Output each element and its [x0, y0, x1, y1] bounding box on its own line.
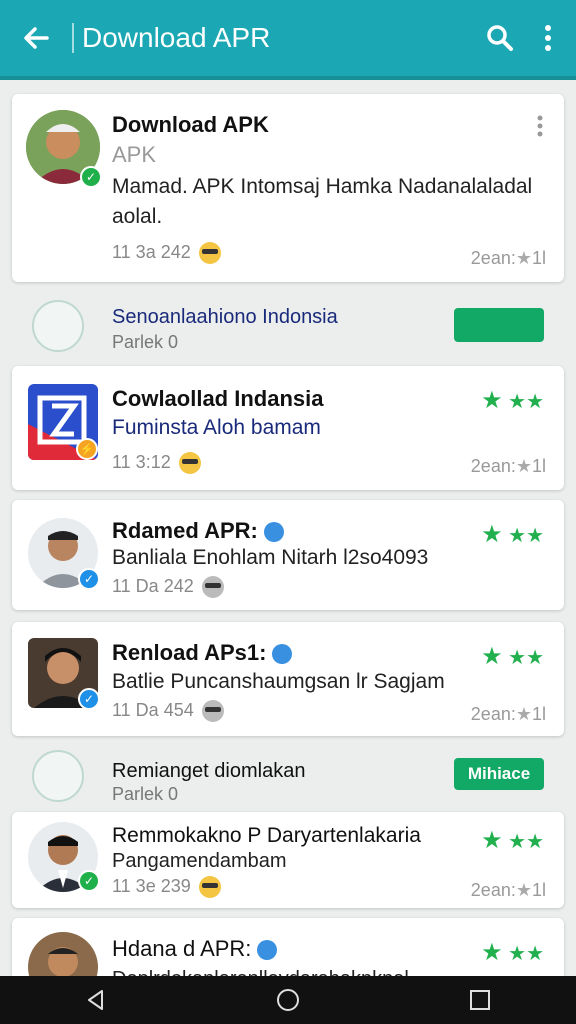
- item-name: Download APK: [112, 112, 269, 137]
- star-icon: ★: [515, 456, 532, 476]
- item-subtitle: APK: [112, 142, 157, 167]
- star-icon: ★: [515, 880, 532, 900]
- globe-icon: [257, 940, 278, 961]
- nav-home-button[interactable]: [258, 976, 318, 1024]
- emoji-icon: [178, 452, 201, 475]
- item-rating: 2ean:★1l: [470, 880, 546, 900]
- item-subtitle: Banliala Enohlam Nitarh l2so4093: [112, 546, 429, 569]
- rating-stars: ★ ★★: [481, 938, 544, 967]
- verified-badge-icon: ✓: [78, 688, 100, 710]
- star-icon: ★: [515, 248, 532, 268]
- item-name: Cowlaollad Indansia: [112, 386, 324, 411]
- star-icon: ★★: [508, 831, 544, 853]
- star-icon: ★: [481, 939, 503, 966]
- rating-stars: ★ ★★: [481, 826, 544, 855]
- search-button[interactable]: [476, 0, 524, 78]
- rating-stars: ★ ★★: [481, 520, 544, 549]
- verified-badge-icon: ✓: [80, 166, 102, 188]
- section-subtitle: Parlek 0: [112, 332, 179, 352]
- emoji-icon: [201, 576, 224, 599]
- title-divider: [72, 23, 74, 53]
- item-name: Remmokakno P Daryartenlakaria: [112, 824, 421, 847]
- item-meta: 11 3:12: [112, 452, 201, 475]
- star-icon: ★★: [508, 943, 544, 965]
- item-meta: 11 Da 454: [112, 700, 224, 723]
- section-logo: [32, 750, 84, 802]
- star-icon: ★: [481, 643, 503, 670]
- star-icon: ★★: [508, 391, 544, 413]
- item-rating: 2ean:★1l: [470, 704, 546, 724]
- list-item[interactable]: ✓ Remmokakno P Daryartenlakaria Pangamen…: [12, 812, 564, 908]
- item-subtitle: Fuminsta Aloh bamam: [112, 416, 321, 439]
- verified-badge-icon: ✓: [78, 568, 100, 590]
- emoji-icon: [198, 876, 221, 899]
- emoji-icon: [198, 242, 221, 265]
- avatar: [28, 932, 98, 976]
- item-description: Mamad. APK Intomsaj Hamka Nadanalaladal …: [112, 175, 533, 228]
- section-header: Remianget diomlakan Parlek 0 Mihiace: [0, 744, 576, 810]
- section-action-button[interactable]: [454, 308, 544, 342]
- app-badge-icon: ⚡: [76, 438, 98, 460]
- section-subtitle: Parlek 0: [112, 784, 179, 804]
- item-meta: 11 3e 239: [112, 876, 221, 899]
- item-subtitle: Batlie Puncanshaumgsan lr Sagjam: [112, 670, 445, 693]
- item-name: Renload APs1:: [112, 640, 293, 666]
- rating-stars: ★ ★★: [481, 642, 544, 671]
- app-bar: Download APR: [0, 0, 576, 80]
- star-icon: ★: [481, 827, 503, 854]
- item-name: Rdamed APR:: [112, 518, 284, 544]
- item-rating: 2ean:★1l: [470, 456, 546, 476]
- list-item[interactable]: ✓ Download APK APK Mamad. APK Intomsaj H…: [12, 94, 564, 282]
- item-subtitle: Deplrdokanlarenlleydarahakpknal: [112, 968, 409, 976]
- rating-stars: ★ ★★: [481, 386, 544, 415]
- section-title: Remianget diomlakan: [112, 760, 306, 782]
- overflow-menu-button[interactable]: [524, 0, 572, 78]
- section-logo: [32, 300, 84, 352]
- nav-recents-icon: [470, 990, 490, 1010]
- nav-recents-button[interactable]: [450, 976, 510, 1024]
- item-meta: 11 Da 242: [112, 576, 224, 599]
- section-action-button[interactable]: Mihiace: [454, 758, 544, 790]
- globe-icon: [263, 522, 284, 543]
- search-icon: [487, 25, 513, 51]
- list-item[interactable]: Hdana d APR: Deplrdokanlarenlleydarahakp…: [12, 918, 564, 976]
- section-title: Senoanlaahiono Indonsia: [112, 306, 338, 328]
- star-icon: ★★: [508, 647, 544, 669]
- item-subtitle: Pangamendambam: [112, 850, 287, 872]
- back-button[interactable]: [0, 0, 72, 78]
- more-vert-icon: [545, 25, 551, 51]
- item-name: Hdana d APR:: [112, 936, 278, 962]
- item-rating: 2ean:★1l: [470, 248, 546, 268]
- list-item[interactable]: ⚡ Cowlaollad Indansia Fuminsta Aloh bama…: [12, 366, 564, 490]
- star-icon: ★: [481, 387, 503, 414]
- verified-badge-icon: ✓: [78, 870, 100, 892]
- globe-icon: [272, 644, 293, 665]
- nav-home-icon: [277, 989, 299, 1011]
- system-nav-bar: [0, 976, 576, 1024]
- emoji-icon: [201, 700, 224, 723]
- section-header: Senoanlaahiono Indonsia Parlek 0: [0, 294, 576, 366]
- item-meta: 11 3a 242: [112, 242, 221, 265]
- star-icon: ★: [515, 704, 532, 724]
- back-arrow-icon: [24, 27, 49, 49]
- nav-back-button[interactable]: [66, 976, 126, 1024]
- more-vert-icon[interactable]: [536, 114, 544, 138]
- star-icon: ★: [481, 521, 503, 548]
- list-item[interactable]: ✓ Rdamed APR: Banliala Enohlam Nitarh l2…: [12, 500, 564, 610]
- page-title: Download APR: [82, 22, 271, 53]
- list-item[interactable]: ✓ Renload APs1: Batlie Puncanshaumgsan l…: [12, 622, 564, 736]
- star-icon: ★★: [508, 525, 544, 547]
- nav-back-icon: [88, 990, 103, 1010]
- results-list[interactable]: ✓ Download APK APK Mamad. APK Intomsaj H…: [0, 84, 576, 976]
